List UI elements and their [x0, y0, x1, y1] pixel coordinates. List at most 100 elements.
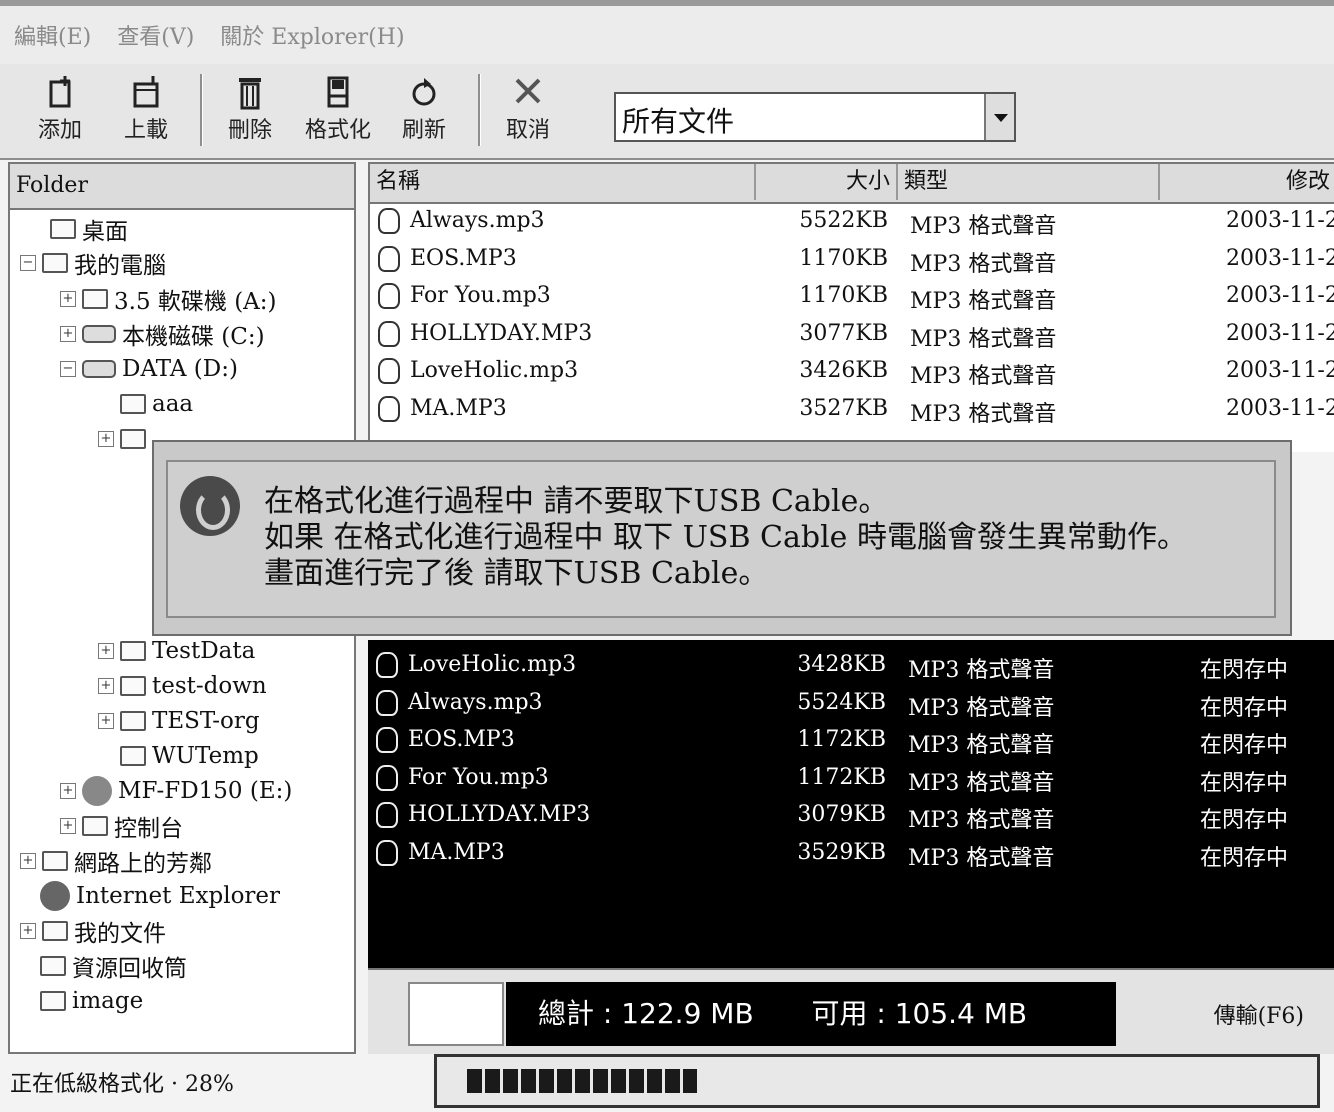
transfer-file-type: MP3 格式聲音 — [908, 845, 1055, 871]
transfer-list: LoveHolic.mp3 3428KB MP3 格式聲音 在閃存中 Always.mp… — [368, 640, 1334, 968]
expand-icon[interactable]: + — [98, 678, 114, 694]
tree-item-control-panel[interactable]: + 控制台 — [60, 809, 183, 843]
file-type: MP3 格式聲音 — [910, 214, 1057, 239]
tree-item-image[interactable]: image — [40, 984, 143, 1018]
menu-about[interactable]: 關於 Explorer(H) — [220, 19, 404, 51]
mp3-file-icon — [378, 358, 400, 390]
transfer-status: 在閃存中 — [1200, 845, 1289, 871]
expand-icon[interactable]: + — [60, 326, 76, 342]
tree-item-my-computer[interactable]: − 我的電腦 — [20, 246, 166, 280]
tree-label: MF-FD150 (E:) — [118, 778, 293, 804]
drive-icon — [82, 360, 116, 378]
transfer-row[interactable]: MA.MP3 3529KB MP3 格式聲音 在閃存中 — [368, 836, 1334, 873]
tree-item-floppy[interactable]: +3.5 軟碟機 (A:) — [60, 282, 277, 316]
menu-edit[interactable]: 編輯(E) — [14, 19, 91, 51]
file-row[interactable]: Always.mp3 5522KB MP3 格式聲音 2003-11-21 — [370, 204, 1334, 241]
file-type: MP3 格式聲音 — [910, 326, 1057, 352]
progress-fill — [467, 1069, 697, 1093]
file-date: 2003-11-21 — [1226, 283, 1334, 308]
tree-item-test-down[interactable]: + test-down — [98, 669, 267, 703]
transfer-file-name: EOS.MP3 — [408, 727, 515, 752]
format-button[interactable]: 格式化 — [298, 74, 378, 154]
tree-item-test-org[interactable]: + TEST-org — [98, 704, 260, 738]
desktop-icon — [50, 219, 76, 239]
expand-icon[interactable]: + — [60, 818, 76, 834]
folder-icon — [120, 676, 146, 696]
upload-button[interactable]: 上載 — [106, 74, 186, 154]
refresh-button[interactable]: 刷新 — [384, 74, 464, 154]
mp3-file-icon — [376, 764, 398, 797]
tree-item-my-documents[interactable]: + 我的文件 — [20, 914, 166, 948]
disk-icon — [327, 76, 349, 108]
folder-icon — [120, 746, 146, 766]
transfer-button[interactable]: 傳輸(F6) — [1214, 998, 1304, 1030]
file-row[interactable]: LoveHolic.mp3 3426KB MP3 格式聲音 2003-11-21 — [370, 354, 1334, 391]
file-row[interactable]: MA.MP3 3527KB MP3 格式聲音 2003-11-21 — [370, 392, 1334, 429]
floppy-icon — [82, 289, 108, 309]
transfer-file-size: 5524KB — [797, 689, 886, 715]
file-row[interactable]: HOLLYDAY.MP3 3077KB MP3 格式聲音 2003-11-21 — [370, 317, 1334, 354]
menu-view[interactable]: 查看(V) — [117, 19, 194, 51]
add-button[interactable]: 添加 — [20, 74, 100, 154]
column-size[interactable]: 大小 — [756, 164, 898, 200]
transfer-row[interactable]: LoveHolic.mp3 3428KB MP3 格式聲音 在閃存中 — [368, 648, 1334, 685]
column-name[interactable]: 名稱 — [370, 164, 756, 200]
toolbar-separator — [200, 74, 203, 146]
toolbar: 添加 上載 刪除 格式化 刷新 取消 所有文件 — [0, 64, 1334, 160]
tree-item-recycle-bin[interactable]: 資源回收筒 — [40, 949, 187, 983]
tree-item-data-drive[interactable]: − DATA (D:) — [60, 352, 238, 386]
folder-icon — [40, 991, 66, 1011]
file-size: 5522KB — [799, 208, 888, 233]
total-capacity: 總計 : 122.9 MB — [538, 997, 754, 1030]
expand-icon[interactable]: + — [60, 783, 76, 799]
file-row[interactable]: For You.mp3 1170KB MP3 格式聲音 2003-11-21 — [370, 279, 1334, 316]
transfer-status: 在閃存中 — [1200, 695, 1289, 721]
tree-label: 3.5 軟碟機 (A:) — [114, 289, 277, 315]
delete-button[interactable]: 刪除 — [210, 74, 290, 154]
recycle-bin-icon — [40, 956, 66, 976]
transfer-row[interactable]: Always.mp3 5524KB MP3 格式聲音 在閃存中 — [368, 686, 1334, 723]
format-progress-bar — [434, 1054, 1320, 1108]
expand-icon[interactable]: + — [20, 853, 36, 869]
transfer-row[interactable]: EOS.MP3 1172KB MP3 格式聲音 在閃存中 — [368, 723, 1334, 760]
tree-item-local-disk[interactable]: + 本機磁碟 (C:) — [60, 317, 265, 351]
cancel-button[interactable]: 取消 — [488, 74, 568, 154]
transfer-file-size: 3079KB — [797, 802, 886, 827]
file-filter-select[interactable]: 所有文件 — [614, 92, 1016, 142]
tree-item-folder[interactable]: + — [98, 422, 152, 456]
lg-logo-icon — [180, 476, 240, 536]
column-type[interactable]: 類型 — [898, 164, 1160, 200]
expand-icon[interactable]: + — [98, 713, 114, 729]
tree-label: 我的電腦 — [74, 253, 166, 279]
tree-label: image — [72, 988, 144, 1014]
tree-item-mf-fd150[interactable]: + MF-FD150 (E:) — [60, 774, 292, 808]
mp3-file-icon — [378, 283, 400, 315]
tree-item-network[interactable]: + 網路上的芳鄰 — [20, 844, 212, 878]
add-icon — [49, 76, 71, 108]
transfer-file-type: MP3 格式聲音 — [908, 733, 1055, 758]
expand-icon[interactable]: + — [98, 431, 114, 447]
expand-icon[interactable]: + — [98, 643, 114, 659]
file-name: HOLLYDAY.MP3 — [410, 320, 593, 346]
tree-item-wutemp[interactable]: WUTemp — [120, 739, 259, 773]
upload-label: 上載 — [123, 118, 168, 143]
file-name: EOS.MP3 — [410, 245, 517, 271]
file-row[interactable]: EOS.MP3 1170KB MP3 格式聲音 2003-11-21 — [370, 242, 1334, 279]
expand-icon[interactable]: + — [20, 923, 36, 939]
column-modified[interactable]: 修改 — [1160, 164, 1334, 200]
folder-icon — [120, 429, 146, 449]
add-label: 添加 — [37, 118, 82, 143]
tree-item-testdata[interactable]: + TestData — [98, 634, 255, 668]
tree-item-desktop[interactable]: 桌面 — [30, 212, 128, 246]
expand-icon[interactable]: + — [60, 291, 76, 307]
file-name: LoveHolic.mp3 — [410, 358, 579, 383]
transfer-row[interactable]: HOLLYDAY.MP3 3079KB MP3 格式聲音 在閃存中 — [368, 798, 1334, 835]
collapse-icon[interactable]: − — [20, 255, 36, 271]
tree-item-internet-explorer[interactable]: Internet Explorer — [40, 879, 280, 913]
chevron-down-icon[interactable] — [984, 94, 1014, 140]
transfer-row[interactable]: For You.mp3 1172KB MP3 格式聲音 在閃存中 — [368, 761, 1334, 798]
control-panel-icon — [82, 816, 108, 836]
collapse-icon[interactable]: − — [60, 361, 76, 377]
tree-item-aaa[interactable]: aaa — [120, 387, 193, 421]
file-type: MP3 格式聲音 — [910, 251, 1057, 277]
